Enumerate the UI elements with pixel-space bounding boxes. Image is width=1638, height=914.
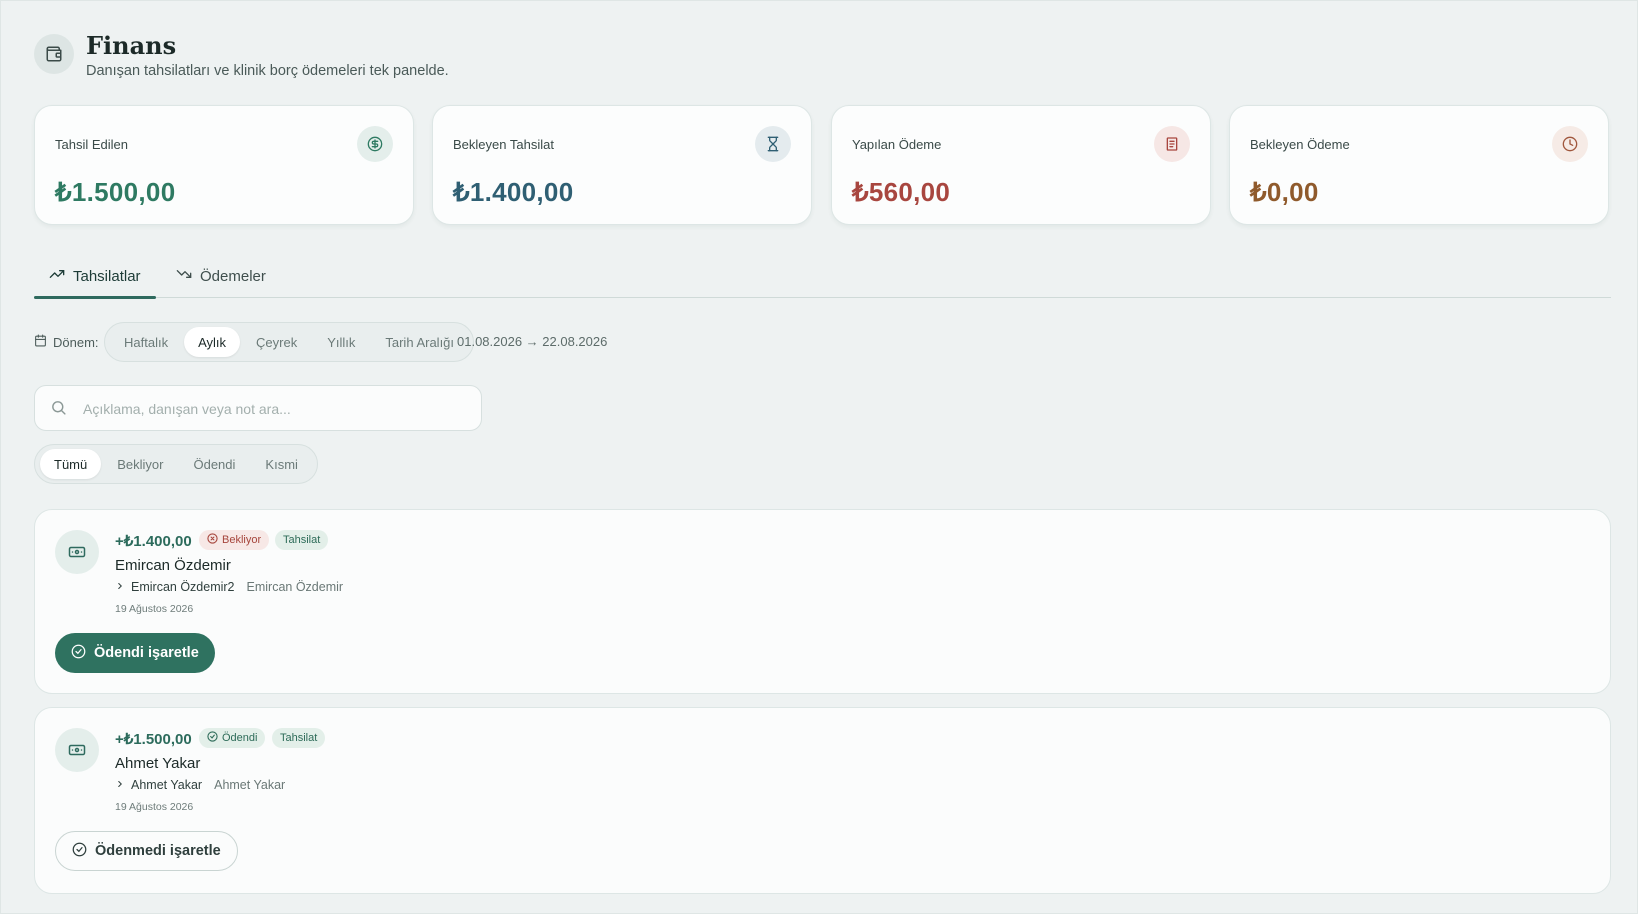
period-selector: Haftalık Aylık Çeyrek Yıllık Tarih Aralı…	[104, 322, 475, 362]
stat-value: ₺1.500,00	[55, 177, 176, 207]
chevron-right-icon	[115, 580, 125, 594]
tab-bar: Tahsilatlar Ödemeler	[34, 256, 1611, 299]
stat-card-collected: Tahsil Edilen ₺1.500,00	[34, 105, 414, 225]
status-all[interactable]: Tümü	[40, 449, 102, 479]
status-badge-label: Bekliyor	[222, 534, 262, 546]
status-paid[interactable]: Ödendi	[179, 449, 249, 479]
transaction-client: Emircan Özdemir	[246, 580, 344, 594]
date-range-text: 01.08.2026 → 22.08.2026	[457, 334, 608, 349]
tab-label: Ödemeler	[200, 267, 266, 285]
transaction-date: 19 Ağustos 2026	[115, 801, 194, 813]
page-subtitle: Danışan tahsilatları ve klinik borç ödem…	[86, 63, 449, 79]
type-badge: Tahsilat	[272, 728, 326, 748]
transaction-client: Ahmet Yakar	[214, 778, 286, 792]
stat-card-pending-collection: Bekleyen Tahsilat ₺1.400,00	[432, 105, 812, 225]
period-date-range[interactable]: Tarih Aralığı	[371, 327, 468, 357]
tab-payments[interactable]: Ödemeler	[176, 256, 266, 296]
banknote-icon	[55, 728, 99, 772]
mark-unpaid-label: Ödenmedi işaretle	[95, 843, 221, 859]
page-title: Finans	[86, 31, 177, 60]
stat-label: Bekleyen Ödeme	[1250, 137, 1350, 152]
calendar-icon	[34, 334, 47, 350]
transaction-amount: +₺1.500,00	[115, 731, 192, 748]
mark-paid-label: Ödendi işaretle	[94, 645, 199, 661]
finance-page: Finans Danışan tahsilatları ve klinik bo…	[0, 0, 1638, 914]
period-yearly[interactable]: Yıllık	[313, 327, 369, 357]
period-weekly[interactable]: Haftalık	[110, 327, 182, 357]
chevron-right-icon	[115, 778, 125, 792]
period-label: Dönem:	[34, 334, 99, 350]
status-badge: Bekliyor	[199, 530, 270, 550]
transaction-sub-name: Ahmet Yakar	[131, 778, 203, 792]
stat-value: ₺560,00	[852, 177, 951, 207]
period-monthly[interactable]: Aylık	[184, 327, 241, 357]
trending-up-icon	[49, 266, 65, 286]
x-circle-icon	[207, 533, 218, 547]
mark-paid-button[interactable]: Ödendi işaretle	[55, 633, 215, 673]
stat-label: Bekleyen Tahsilat	[453, 137, 554, 152]
transaction-card: +₺1.500,00 Ödendi Tahsilat Ahmet Yakar A…	[34, 707, 1611, 894]
hourglass-icon	[755, 126, 791, 162]
type-badge: Tahsilat	[275, 530, 329, 550]
stat-card-pending-payment: Bekleyen Ödeme ₺0,00	[1229, 105, 1609, 225]
status-filter: Tümü Bekliyor Ödendi Kısmi	[34, 444, 318, 484]
status-partial[interactable]: Kısmi	[251, 449, 312, 479]
status-badge: Ödendi	[199, 728, 266, 748]
transaction-date: 19 Ağustos 2026	[115, 603, 194, 615]
transaction-name: Ahmet Yakar	[115, 755, 201, 772]
transaction-meta: Ahmet Yakar Ahmet Yakar	[115, 778, 285, 792]
status-badge-label: Ödendi	[222, 732, 258, 744]
transaction-sub-name: Emircan Özdemir2	[131, 580, 235, 594]
clock-icon	[1552, 126, 1588, 162]
stat-value: ₺0,00	[1250, 177, 1319, 207]
tab-label: Tahsilatlar	[73, 267, 141, 285]
search-icon	[50, 399, 67, 421]
period-quarter[interactable]: Çeyrek	[242, 327, 311, 357]
check-circle-icon	[207, 731, 218, 745]
search-box	[34, 385, 482, 432]
check-circle-icon	[71, 644, 86, 663]
banknote-icon	[55, 530, 99, 574]
dollar-circle-icon	[357, 126, 393, 162]
check-circle-icon	[72, 842, 87, 861]
transaction-meta: Emircan Özdemir2 Emircan Özdemir	[115, 580, 343, 594]
mark-unpaid-button[interactable]: Ödenmedi işaretle	[55, 831, 238, 871]
stat-label: Tahsil Edilen	[55, 137, 128, 152]
trending-down-icon	[176, 266, 192, 286]
stat-value: ₺1.400,00	[453, 177, 574, 207]
tab-collections[interactable]: Tahsilatlar	[49, 256, 141, 296]
transaction-name: Emircan Özdemir	[115, 557, 231, 574]
period-label-text: Dönem:	[53, 334, 99, 350]
wallet-icon	[34, 34, 74, 74]
stat-card-payments-made: Yapılan Ödeme ₺560,00	[831, 105, 1211, 225]
receipt-icon	[1154, 126, 1190, 162]
stat-label: Yapılan Ödeme	[852, 137, 942, 152]
transaction-card: +₺1.400,00 Bekliyor Tahsilat Emircan Özd…	[34, 509, 1611, 694]
status-pending[interactable]: Bekliyor	[103, 449, 177, 479]
active-tab-indicator	[34, 296, 156, 299]
transaction-amount: +₺1.400,00	[115, 533, 192, 550]
search-input[interactable]	[81, 386, 475, 432]
